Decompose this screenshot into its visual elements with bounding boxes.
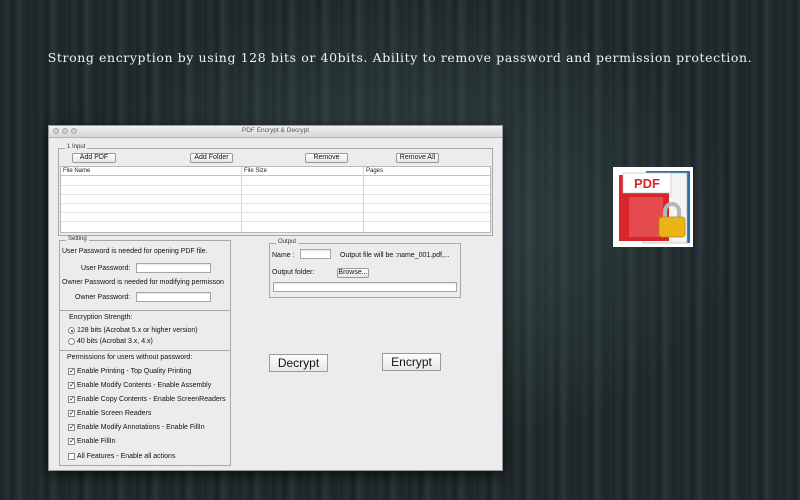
user-password-field[interactable] bbox=[136, 263, 211, 273]
permissions-divider bbox=[60, 350, 230, 351]
radio-40-label: 40 bits (Acrobat 3.x, 4.x) bbox=[77, 338, 153, 345]
file-table[interactable]: File Name File Size Pages bbox=[60, 166, 491, 233]
name-label: Name : bbox=[272, 252, 295, 259]
column-pages[interactable]: Pages bbox=[366, 168, 383, 174]
owner-password-label: Owner Password: bbox=[75, 294, 131, 301]
column-divider bbox=[241, 167, 242, 232]
promo-caption: Strong encryption by using 128 bits or 4… bbox=[47, 50, 753, 65]
encrypt-button[interactable]: Encrypt bbox=[382, 353, 441, 371]
window-title: PDF Encrypt & Decrypt bbox=[241, 127, 310, 134]
setting-group: Setting bbox=[59, 236, 231, 466]
table-row bbox=[61, 185, 490, 186]
remove-all-button[interactable]: Remove All bbox=[396, 153, 439, 163]
encryption-strength-label: Encryption Strength: bbox=[69, 314, 133, 321]
title-bar[interactable]: PDF Encrypt & Decrypt bbox=[49, 126, 502, 138]
output-folder-label: Output folder: bbox=[272, 269, 315, 276]
setting-legend: Setting bbox=[66, 236, 89, 242]
table-row bbox=[61, 194, 490, 195]
permission-label: Enable Printing - Top Quality Printing bbox=[77, 368, 192, 375]
owner-password-field[interactable] bbox=[136, 292, 211, 302]
permission-label: Enable FillIn bbox=[77, 438, 116, 445]
output-legend: Output bbox=[276, 239, 299, 245]
column-divider bbox=[363, 167, 364, 232]
radio-40-bits[interactable] bbox=[68, 338, 75, 345]
app-window: PDF Encrypt & Decrypt 1 Input Add PDF Ad… bbox=[48, 125, 503, 471]
permission-checkbox[interactable]: ✓ bbox=[68, 438, 75, 445]
permission-checkbox[interactable]: ✓ bbox=[68, 396, 75, 403]
remove-button[interactable]: Remove bbox=[305, 153, 348, 163]
output-folder-field[interactable] bbox=[273, 282, 457, 292]
permission-label: Enable Modify Contents - Enable Assembly bbox=[77, 382, 212, 389]
user-password-label: User Password: bbox=[81, 265, 131, 272]
column-file-size[interactable]: File Size bbox=[244, 168, 267, 174]
permission-checkbox[interactable] bbox=[68, 453, 75, 460]
table-row bbox=[61, 221, 490, 222]
output-file-note: Output file will be :name_001.pdf,... bbox=[340, 252, 450, 259]
permission-label: Enable Screen Readers bbox=[77, 410, 152, 417]
column-file-name[interactable]: File Name bbox=[63, 168, 90, 174]
user-password-note: User Password is needed for opening PDF … bbox=[62, 248, 208, 255]
permission-checkbox[interactable]: ✓ bbox=[68, 410, 75, 417]
browse-button[interactable]: Browse... bbox=[337, 268, 369, 278]
name-field[interactable] bbox=[300, 249, 331, 259]
add-folder-button[interactable]: Add Folder bbox=[190, 153, 233, 163]
radio-128-label: 128 bits (Acrobat 5.x or higher version) bbox=[77, 327, 198, 334]
add-pdf-button[interactable]: Add PDF bbox=[72, 153, 116, 163]
pdf-lock-icon: PDF bbox=[613, 167, 693, 247]
input-legend: 1 Input bbox=[65, 144, 88, 150]
table-header: File Name File Size Pages bbox=[61, 167, 490, 176]
permission-label: Enable Copy Contents - Enable ScreenRead… bbox=[77, 396, 226, 403]
permission-label: Enable Modify Annotations - Enable FillI… bbox=[77, 424, 205, 431]
table-row bbox=[61, 203, 490, 204]
permission-label: All Features - Enable all actions bbox=[77, 453, 176, 460]
decrypt-button[interactable]: Decrypt bbox=[269, 354, 328, 372]
owner-password-note: Owner Password is needed for modifying p… bbox=[62, 279, 224, 286]
permissions-label: Permissions for users without password: bbox=[67, 354, 193, 361]
pdf-lock-icon-graphic: PDF bbox=[619, 171, 690, 244]
radio-128-bits[interactable] bbox=[68, 327, 75, 334]
svg-text:PDF: PDF bbox=[634, 176, 660, 191]
table-row bbox=[61, 212, 490, 213]
permission-checkbox[interactable]: ✓ bbox=[68, 368, 75, 375]
permission-checkbox[interactable]: ✓ bbox=[68, 424, 75, 431]
permission-checkbox[interactable]: ✓ bbox=[68, 382, 75, 389]
